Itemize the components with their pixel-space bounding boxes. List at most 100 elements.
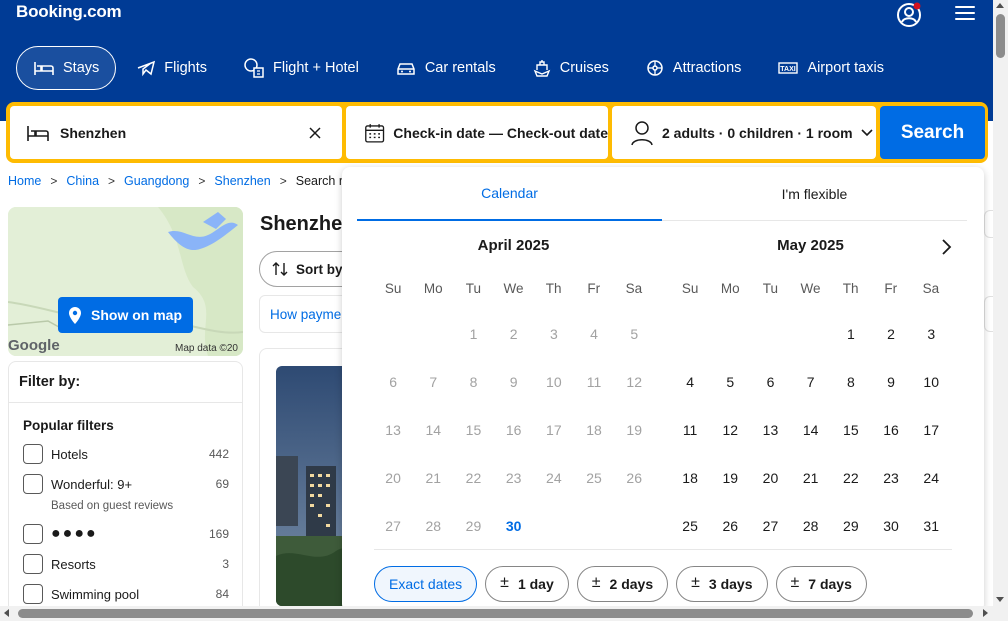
filter-count: 169 [208,527,229,541]
calendar-day: 27 [385,518,401,534]
calendar-day[interactable]: 31 [911,502,951,550]
vertical-scrollbar[interactable] [993,0,1008,606]
calendar-day[interactable]: 9 [871,358,911,406]
date-picker-tabs: Calendar I'm flexible [357,167,967,221]
calendar-day[interactable]: 11 [670,406,710,454]
nav-flight-hotel[interactable]: Flight + Hotel [227,46,375,90]
scroll-right-arrow-icon[interactable] [983,609,988,617]
nav-label: Cruises [559,60,609,76]
calendar-day[interactable]: 23 [871,454,911,502]
filter-swimming-pool[interactable]: Swimming pool 84 [23,584,229,604]
weekday: Th [842,281,859,296]
breadcrumb-shenzhen[interactable]: Shenzhen [214,174,270,188]
calendar-day[interactable]: 30 [871,502,911,550]
breadcrumb-china[interactable]: China [66,174,99,188]
calendar-day[interactable]: 30 [494,502,534,550]
calendar-day[interactable]: 28 [791,502,831,550]
booking-logo[interactable]: Booking.com [16,2,122,22]
calendar-day[interactable]: 22 [831,454,871,502]
month-title: April 2025 [477,237,550,254]
calendar-day[interactable]: 13 [750,406,790,454]
checkbox[interactable] [23,554,43,574]
horizontal-scrollbar[interactable] [0,606,1008,621]
vertical-scroll-thumb[interactable] [996,14,1005,58]
chip-1-day[interactable]: ±1 day [485,566,569,602]
guests-field[interactable]: 2 adults · 0 children · 1 room [612,106,876,159]
checkbox[interactable] [23,524,43,544]
show-on-map-button[interactable]: Show on map [58,297,193,333]
calendar-day[interactable]: 7 [791,358,831,406]
chip-2-days[interactable]: ±2 days [576,566,669,602]
account-icon[interactable] [896,2,922,28]
calendar-day[interactable]: 26 [710,502,750,550]
nav-stays[interactable]: Stays [16,46,117,90]
calendar-day: 25 [586,470,602,486]
calendar-day[interactable]: 21 [791,454,831,502]
scroll-left-arrow-icon[interactable] [4,609,9,617]
plus-minus-icon: ± [591,574,601,591]
calendar-day[interactable]: 19 [710,454,750,502]
weekday: We [800,281,821,296]
scroll-down-arrow-icon[interactable] [996,597,1004,602]
scroll-up-arrow-icon[interactable] [996,3,1004,8]
nav-flights[interactable]: Flights [120,46,223,90]
calendar-day[interactable]: 25 [670,502,710,550]
nav-attractions[interactable]: Attractions [629,46,758,90]
calendar-day: 20 [385,470,401,486]
calendar-day[interactable]: 6 [750,358,790,406]
tab-calendar[interactable]: Calendar [357,167,662,221]
nav-airport-taxis[interactable]: TAXI Airport taxis [761,46,900,90]
calendar-day[interactable]: 3 [911,310,951,358]
filter-resorts[interactable]: Resorts 3 [23,554,229,574]
search-button[interactable]: Search [880,106,985,159]
next-month-arrow-icon[interactable] [936,237,956,257]
filter-hotels[interactable]: Hotels 442 [23,444,229,464]
calendar-day[interactable]: 10 [911,358,951,406]
chip-7-days[interactable]: ±7 days [775,566,867,602]
clear-icon[interactable] [308,126,322,140]
tab-flexible[interactable]: I'm flexible [662,167,967,221]
destination-field[interactable]: Shenzhen [10,106,342,159]
breadcrumb-guangdong[interactable]: Guangdong [124,174,189,188]
calendar-day[interactable]: 1 [831,310,871,358]
filter-count: 3 [222,557,229,571]
calendar-day[interactable]: 29 [831,502,871,550]
filter-wonderful[interactable]: Wonderful: 9+ 69 [23,474,229,494]
chevron-right-icon: > [108,174,116,188]
calendar-day[interactable]: 2 [871,310,911,358]
weekday: Mo [720,281,740,296]
calendar-day[interactable]: 17 [911,406,951,454]
calendar-day[interactable]: 5 [710,358,750,406]
map-preview[interactable]: Show on map Google Map data ©20 [8,207,243,356]
checkbox[interactable] [23,474,43,494]
search-bar: Shenzhen Check-in date — Check-out date … [6,102,988,163]
calendar-day[interactable]: 4 [670,358,710,406]
results-title: Shenzhen [260,213,355,235]
nav-car-rentals[interactable]: Car rentals [379,46,512,90]
horizontal-scroll-thumb[interactable] [18,609,973,618]
calendar-day[interactable]: 24 [911,454,951,502]
calendar-day[interactable]: 18 [670,454,710,502]
calendar-day[interactable]: 8 [831,358,871,406]
hamburger-menu-icon[interactable] [955,6,975,22]
nav-cruises[interactable]: Cruises [516,46,625,90]
checkbox[interactable] [23,584,43,604]
calendar-day[interactable]: 12 [710,406,750,454]
ship-icon [533,60,551,77]
checkbox[interactable] [23,444,43,464]
flexibility-chips: Exact dates ±1 day ±2 days ±3 days ±7 da… [374,566,875,602]
calendar-day[interactable]: 14 [791,406,831,454]
filter-four-stars[interactable]: ●●●● 169 [23,524,229,544]
calendar-day[interactable]: 20 [750,454,790,502]
chip-label: 1 day [517,576,554,592]
date-field[interactable]: Check-in date — Check-out date [346,106,608,159]
chip-exact-dates[interactable]: Exact dates [374,566,478,602]
calendar-day[interactable]: 16 [871,406,911,454]
calendar-day[interactable]: 15 [831,406,871,454]
calendar-day: 22 [465,470,482,486]
breadcrumb-home[interactable]: Home [8,174,41,188]
chevron-right-icon: > [279,174,287,188]
filter-label: Swimming pool [51,586,140,602]
chip-3-days[interactable]: ±3 days [676,566,768,602]
calendar-day[interactable]: 27 [750,502,790,550]
